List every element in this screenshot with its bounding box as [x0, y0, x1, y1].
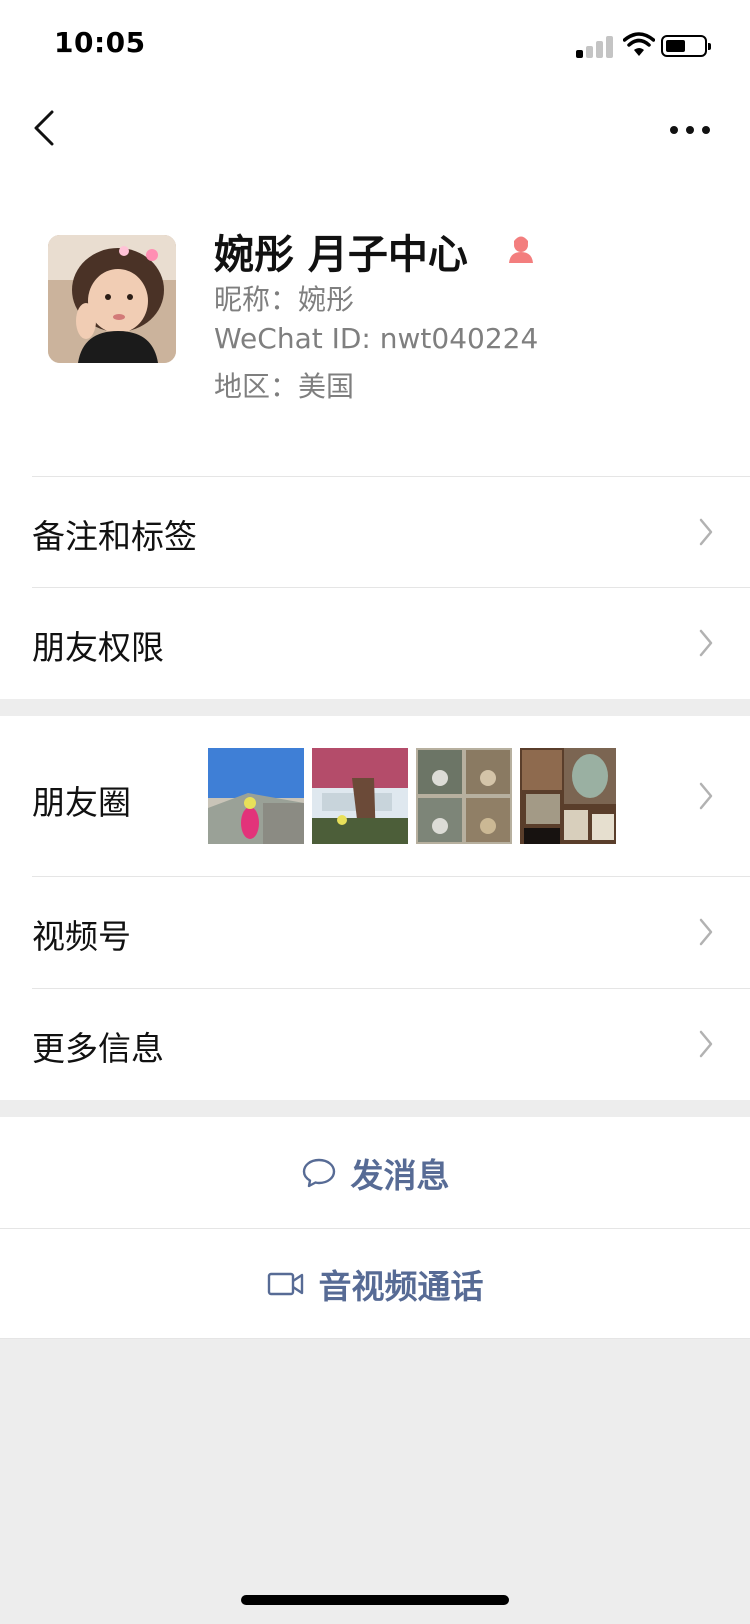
friend-permissions-label: 朋友权限 — [32, 628, 164, 667]
chevron-right-icon — [699, 518, 713, 546]
avatar[interactable] — [48, 235, 176, 363]
profile-name: 婉彤 月子中心 — [214, 232, 468, 278]
channels-label: 视频号 — [32, 917, 131, 956]
section-gap — [0, 699, 750, 716]
more-info-label: 更多信息 — [32, 1029, 164, 1068]
region: 地区：美国 — [214, 370, 355, 403]
wechat-id: WeChat ID: nwt040224 — [214, 322, 539, 355]
home-indicator[interactable] — [241, 1595, 509, 1605]
chevron-right-icon — [699, 1030, 713, 1058]
moments-thumbnail[interactable] — [416, 748, 512, 844]
video-camera-icon — [267, 1272, 303, 1295]
chevron-right-icon — [699, 918, 713, 946]
chat-bubble-icon — [302, 1158, 335, 1187]
more-dots-icon[interactable] — [670, 124, 710, 136]
send-message-button[interactable]: 发消息 — [0, 1117, 750, 1228]
friend-permissions-row[interactable]: 朋友权限 — [0, 588, 750, 698]
signal-icon — [576, 36, 614, 58]
channels-row[interactable]: 视频号 — [0, 877, 750, 987]
video-call-button[interactable]: 音视频通话 — [0, 1229, 750, 1338]
female-icon — [509, 236, 533, 263]
nickname: 昵称：婉彤 — [214, 283, 355, 316]
divider — [0, 1338, 750, 1339]
wifi-icon — [623, 32, 655, 56]
remarks-tags-row[interactable]: 备注和标签 — [0, 477, 750, 587]
send-message-label: 发消息 — [350, 1155, 450, 1195]
more-info-row[interactable]: 更多信息 — [0, 989, 750, 1099]
moments-thumbnail[interactable] — [520, 748, 616, 844]
moments-thumbnail[interactable] — [312, 748, 408, 844]
section-gap — [0, 1100, 750, 1117]
chevron-right-icon — [699, 629, 713, 657]
video-call-label: 音视频通话 — [318, 1266, 484, 1306]
moments-thumbnail[interactable] — [208, 748, 304, 844]
moments-label: 朋友圈 — [32, 783, 131, 822]
remarks-tags-label: 备注和标签 — [32, 517, 197, 556]
battery-icon — [661, 35, 711, 57]
back-button[interactable] — [30, 108, 60, 148]
status-time: 10:05 — [54, 26, 146, 59]
chevron-right-icon — [699, 782, 713, 810]
